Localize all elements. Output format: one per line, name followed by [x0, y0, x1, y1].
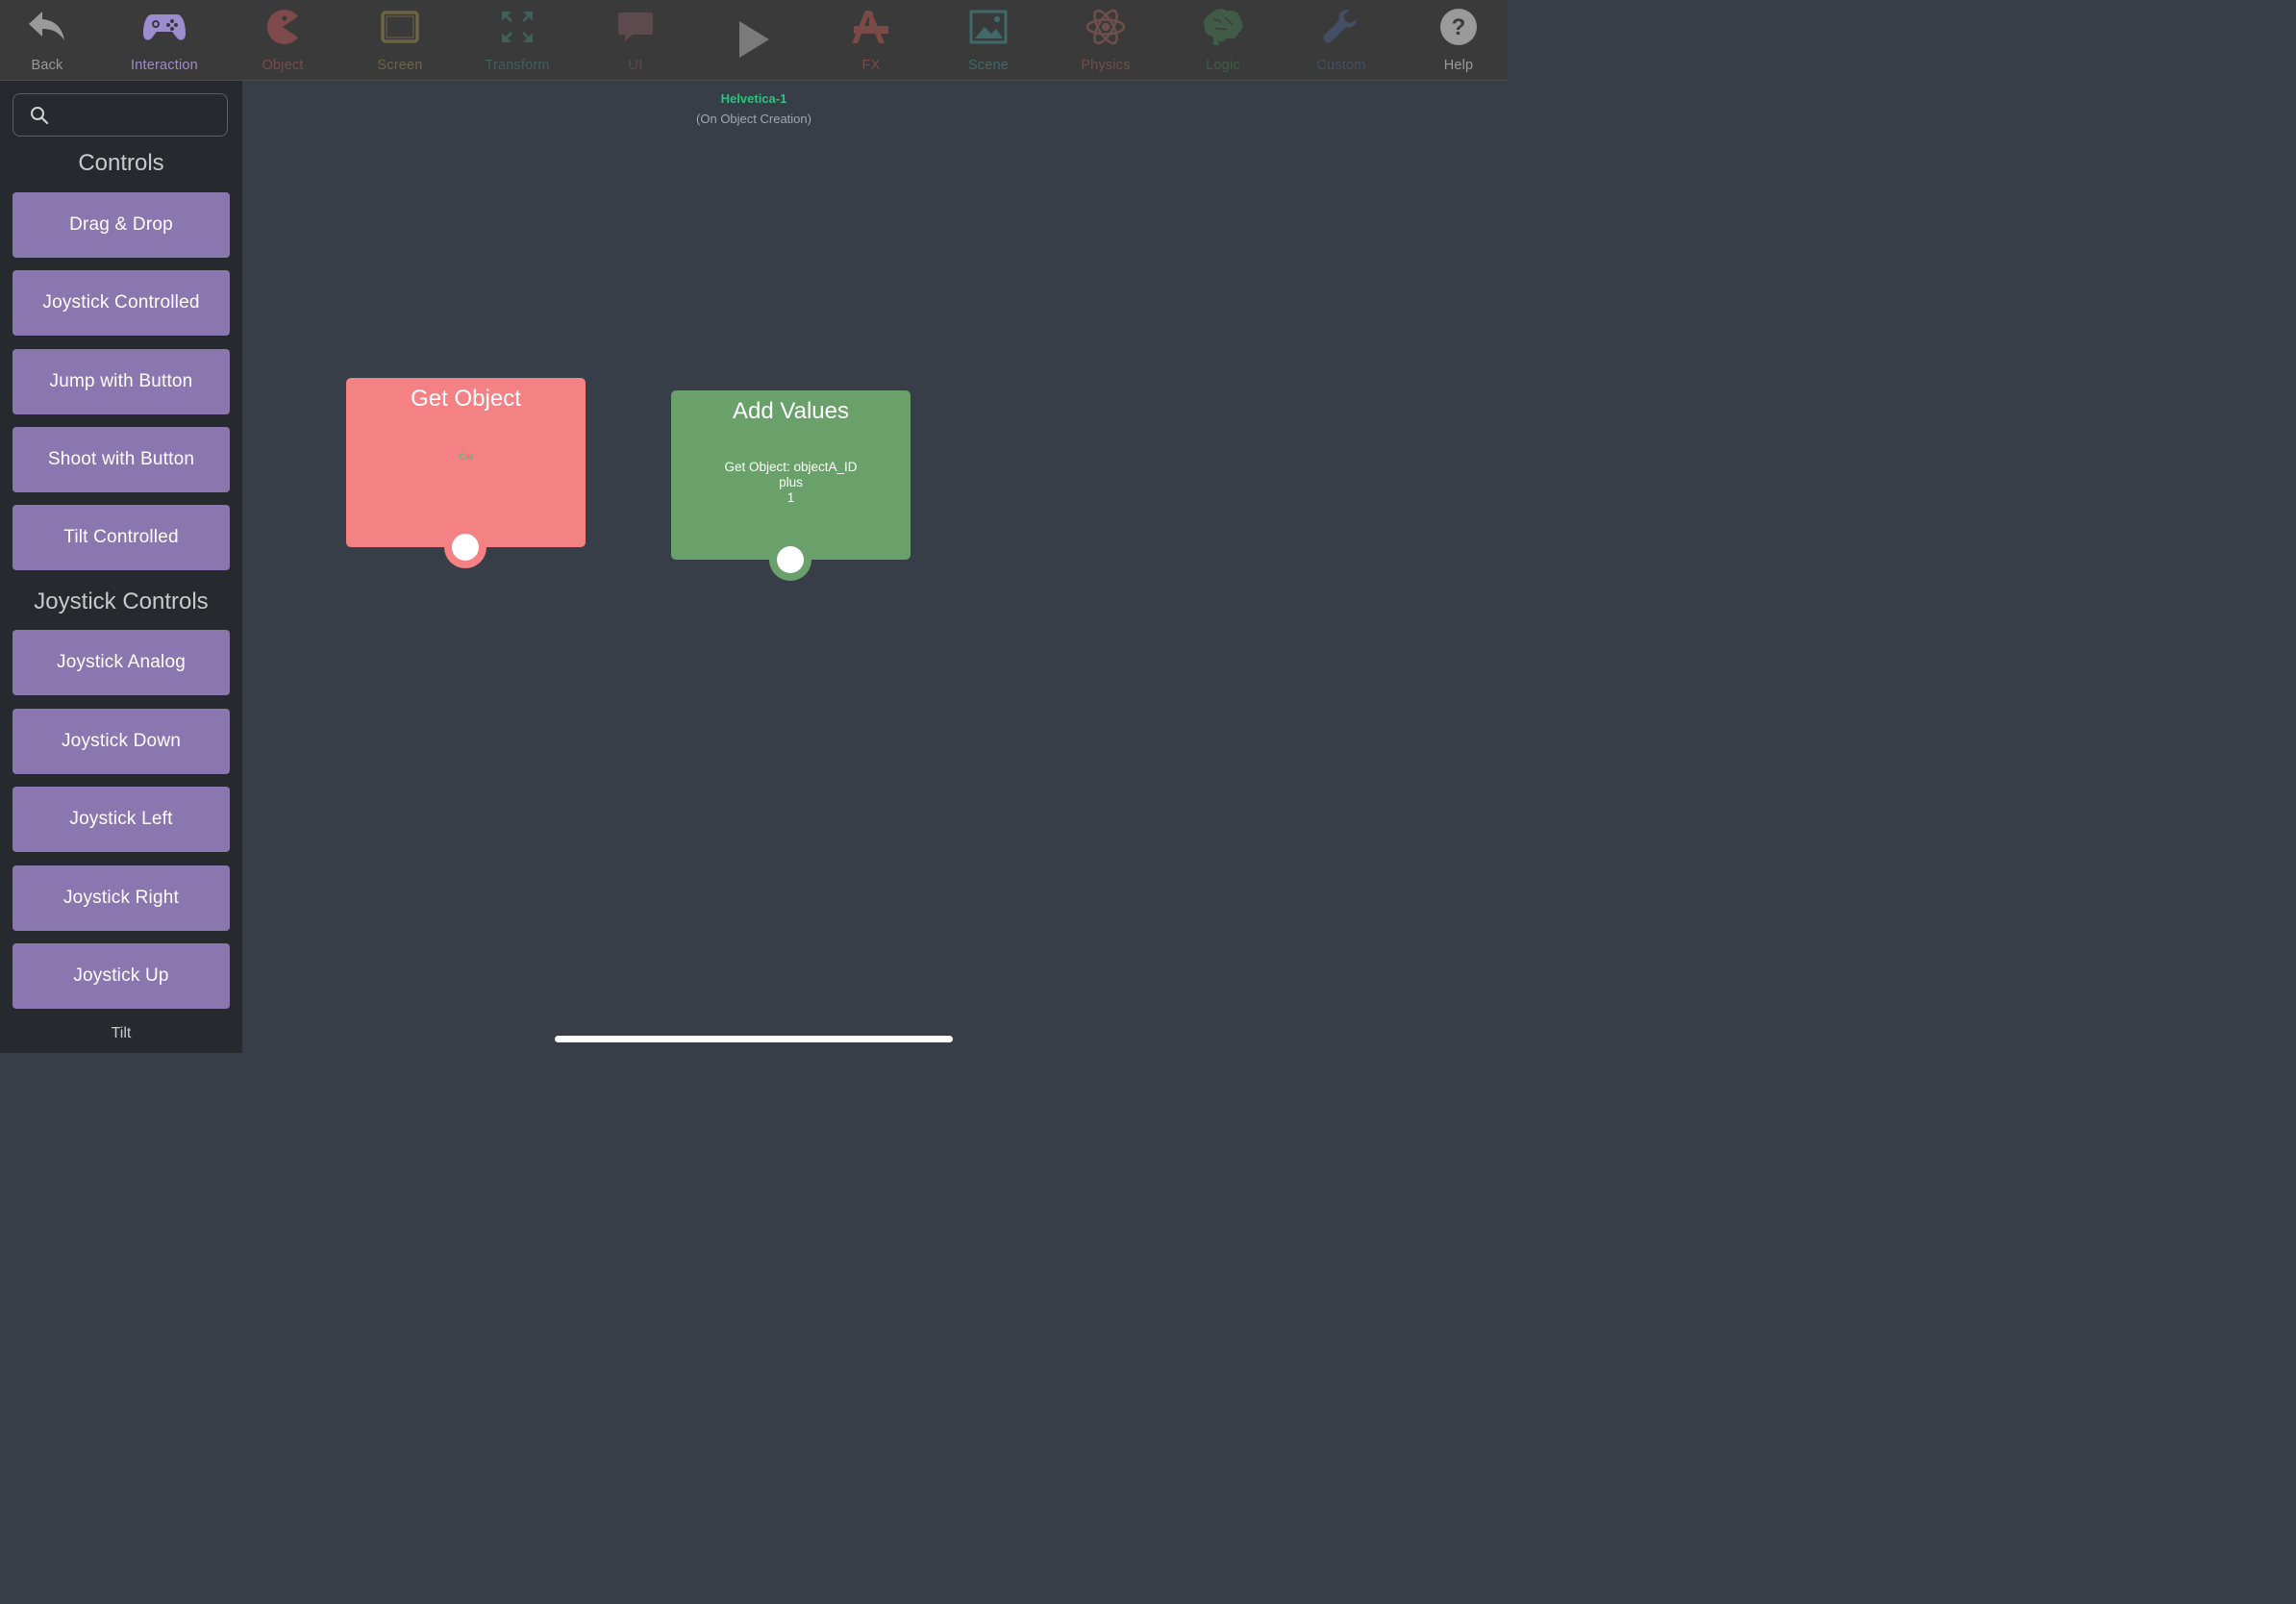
help-icon: ? [1435, 7, 1483, 47]
help-label: Help [1443, 58, 1474, 73]
play-icon [730, 19, 778, 60]
home-indicator[interactable] [555, 1036, 953, 1042]
behavior-joystick-analog-button[interactable]: Joystick Analog [12, 630, 230, 695]
behavior-joystick-controlled-button[interactable]: Joystick Controlled [12, 270, 230, 336]
tab-custom-label: Custom [1316, 58, 1366, 73]
expand-arrows-icon [493, 7, 541, 47]
search-box[interactable] [12, 93, 228, 137]
back-button[interactable]: Back [0, 0, 100, 80]
behavior-sidebar: Controls Drag & Drop Joystick Controlled… [0, 81, 242, 1053]
speech-bubble-icon [611, 7, 660, 47]
output-port[interactable] [769, 539, 811, 581]
play-button[interactable] [701, 0, 807, 80]
behavior-joystick-left-button[interactable]: Joystick Left [12, 787, 230, 852]
tab-object[interactable]: Object [230, 0, 336, 80]
node-value: Cat [459, 452, 473, 462]
behavior-jump-with-button-button[interactable]: Jump with Button [12, 349, 230, 414]
tab-ui-label: UI [628, 58, 643, 73]
tab-physics[interactable]: Physics [1053, 0, 1159, 80]
output-port[interactable] [444, 526, 487, 568]
search-icon [30, 106, 49, 130]
tab-screen-label: Screen [377, 58, 423, 73]
back-label: Back [31, 58, 63, 73]
node-line: plus [779, 475, 803, 489]
tab-screen[interactable]: Screen [347, 0, 453, 80]
node-line: 1 [786, 490, 795, 505]
help-button[interactable]: ? Help [1406, 0, 1511, 80]
svg-text:?: ? [1452, 14, 1466, 40]
brain-icon [1199, 7, 1247, 47]
node-title: Add Values [733, 398, 849, 424]
tab-object-label: Object [262, 58, 304, 73]
node-body: Get Object: objectA_ID plus 1 [671, 460, 911, 506]
wrench-icon [1317, 7, 1365, 47]
back-arrow-icon [23, 7, 71, 47]
tab-scene-label: Scene [967, 58, 1010, 73]
behavior-joystick-up-button[interactable]: Joystick Up [12, 943, 230, 1009]
tab-physics-label: Physics [1081, 58, 1131, 73]
tab-scene[interactable]: Scene [936, 0, 1041, 80]
object-name-title: Helvetica-1 [720, 91, 787, 106]
tab-interaction[interactable]: Interaction [112, 0, 217, 80]
section-header-tilt: Tilt [111, 1025, 132, 1041]
tab-custom[interactable]: Custom [1288, 0, 1394, 80]
tablet-icon [376, 7, 424, 47]
tab-interaction-label: Interaction [131, 58, 198, 73]
pacman-icon [259, 7, 307, 47]
node-title: Get Object [411, 386, 521, 412]
search-input[interactable] [56, 100, 223, 131]
picture-icon [964, 7, 1012, 47]
gamepad-icon [140, 7, 188, 47]
section-header-controls: Controls [78, 150, 164, 176]
behavior-drag-drop-button[interactable]: Drag & Drop [12, 192, 230, 258]
tab-ui[interactable]: UI [583, 0, 688, 80]
get-object-node[interactable]: Get Object Cat [346, 378, 586, 568]
brush-ruler-icon [847, 7, 895, 47]
tab-fx-label: FX [861, 58, 881, 73]
behavior-joystick-right-button[interactable]: Joystick Right [12, 865, 230, 931]
tab-transform[interactable]: Transform [464, 0, 570, 80]
top-toolbar: Back Interaction Object Screen Transform… [0, 0, 1508, 81]
behavior-shoot-with-button-button[interactable]: Shoot with Button [12, 427, 230, 492]
tab-logic-label: Logic [1206, 58, 1240, 73]
node-line: Get Object: objectA_ID [724, 460, 858, 474]
tab-transform-label: Transform [485, 58, 550, 73]
behavior-tilt-controlled-button[interactable]: Tilt Controlled [12, 505, 230, 570]
add-values-node[interactable]: Add Values Get Object: objectA_ID plus 1 [671, 390, 911, 581]
event-subtitle: (On Object Creation) [696, 112, 811, 126]
tab-fx[interactable]: FX [818, 0, 924, 80]
section-header-joystick-controls: Joystick Controls [34, 589, 209, 614]
behavior-joystick-down-button[interactable]: Joystick Down [12, 709, 230, 774]
atom-icon [1082, 7, 1130, 47]
tab-logic[interactable]: Logic [1170, 0, 1276, 80]
